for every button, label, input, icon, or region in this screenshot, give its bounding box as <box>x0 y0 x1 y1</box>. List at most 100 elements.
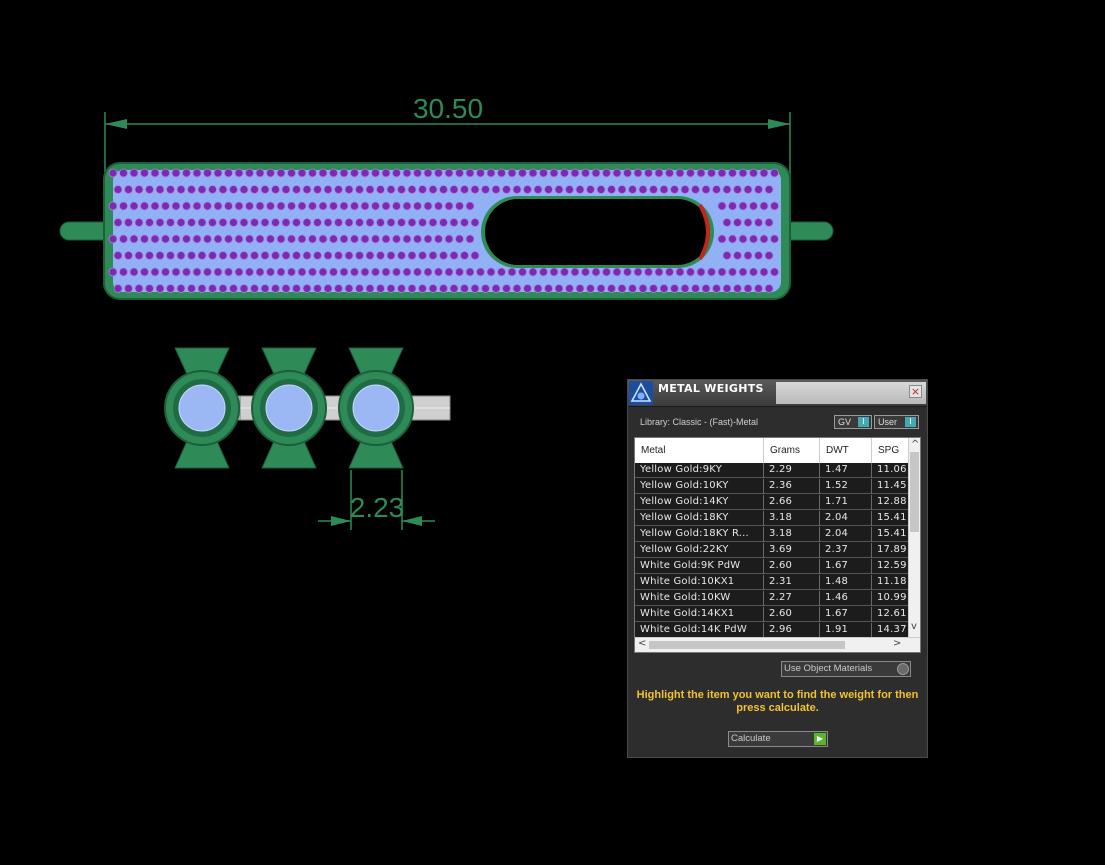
cell-metal: Yellow Gold:18KY R... <box>635 527 764 542</box>
cell-grams: 2.60 <box>764 559 820 574</box>
cell-spg: 12.59 <box>877 560 907 571</box>
table-row[interactable]: White Gold:14KX1 2.60 1.67 12.61 <box>635 607 908 622</box>
cell-grams: 2.60 <box>764 607 820 622</box>
dimension-bottom: 2.23 <box>318 470 435 530</box>
cad-viewport[interactable]: 30.50 2.23 <box>0 0 1105 865</box>
table-row[interactable]: Yellow Gold:18KY 3.18 2.04 15.41 <box>635 511 908 526</box>
cell-grams: 2.96 <box>764 623 820 638</box>
cell-dwt: 1.48 <box>820 575 872 590</box>
column-header-metal[interactable]: Metal <box>635 438 764 463</box>
table-body: Yellow Gold:9KY 2.29 1.47 11.06 Yellow Gold:… <box>635 463 908 638</box>
panel-title: METAL WEIGHTS <box>658 382 764 395</box>
column-header-grams[interactable]: Grams <box>764 438 820 463</box>
cell-dwt: 1.67 <box>820 607 872 622</box>
table-row[interactable]: Yellow Gold:10KY 2.36 1.52 11.45 <box>635 479 908 494</box>
calculate-button[interactable]: Calculate ▶ <box>728 731 828 747</box>
chevron-right-icon[interactable]: > <box>893 638 901 650</box>
horizontal-scroll-thumb[interactable] <box>649 641 845 649</box>
chevron-down-icon[interactable]: v <box>911 621 917 633</box>
cell-grams: 2.27 <box>764 591 820 606</box>
cell-metal: Yellow Gold:14KY <box>635 495 764 510</box>
vertical-scroll-thumb[interactable] <box>910 452 919 532</box>
cell-grams: 2.66 <box>764 495 820 510</box>
table-row[interactable]: Yellow Gold:9KY 2.29 1.47 11.06 <box>635 463 908 478</box>
table-row[interactable]: White Gold:14K PdW 2.96 1.91 14.37 <box>635 623 908 638</box>
cell-spg: 11.45 <box>877 480 907 491</box>
metal-weights-panel: METAL WEIGHTS × Library: Classic - (Fast… <box>627 379 928 758</box>
cell-dwt: 1.46 <box>820 591 872 606</box>
chevron-up-icon[interactable]: ^ <box>911 439 919 451</box>
cell-dwt: 1.52 <box>820 479 872 494</box>
cell-spg: 17.89 <box>877 544 907 555</box>
cell-spg: 12.88 <box>877 496 907 507</box>
horizontal-scrollbar[interactable]: < > <box>635 637 920 652</box>
cell-dwt: 1.67 <box>820 559 872 574</box>
gv-toggle-label: GV <box>838 417 852 427</box>
cell-dwt: 1.71 <box>820 495 872 510</box>
cell-grams: 3.18 <box>764 511 820 526</box>
table-row[interactable]: Yellow Gold:18KY R... 3.18 2.04 15.41 <box>635 527 908 542</box>
setting-side-view[interactable] <box>164 347 451 469</box>
dimension-top-label: 30.50 <box>413 93 483 124</box>
metal-table[interactable]: Metal Grams DWT SPG Yellow Gold:9KY 2.29 1… <box>634 437 921 653</box>
play-icon: ▶ <box>814 733 826 745</box>
close-icon: × <box>910 385 921 398</box>
table-row[interactable]: White Gold:10KX1 2.31 1.48 11.18 <box>635 575 908 590</box>
close-button[interactable]: × <box>909 385 922 398</box>
cell-spg: 11.06 <box>877 464 907 475</box>
cell-dwt: 1.47 <box>820 463 872 478</box>
toggle-knob-icon: I <box>905 417 916 427</box>
cell-dwt: 1.91 <box>820 623 872 638</box>
cell-dwt: 2.04 <box>820 511 872 526</box>
cell-metal: White Gold:14K PdW <box>635 623 764 638</box>
table-header: Metal Grams DWT SPG <box>635 438 908 464</box>
cell-grams: 3.69 <box>764 543 820 558</box>
cell-spg: 12.61 <box>877 608 907 619</box>
help-text: Highlight the item you want to find the … <box>636 689 919 714</box>
vertical-scrollbar[interactable]: ^ v <box>908 438 920 637</box>
cell-spg: 14.37 <box>877 624 907 635</box>
cell-spg: 15.41 <box>877 512 907 523</box>
table-row[interactable]: White Gold:10KW 2.27 1.46 10.99 <box>635 591 908 606</box>
toggle-knob-icon: I <box>858 417 869 427</box>
user-toggle[interactable]: User I <box>874 415 919 429</box>
column-header-dwt[interactable]: DWT <box>820 438 872 463</box>
table-row[interactable]: Yellow Gold:14KY 2.66 1.71 12.88 <box>635 495 908 510</box>
cell-spg: 11.18 <box>877 576 907 587</box>
library-label: Library: Classic - (Fast)-Metal <box>640 417 759 427</box>
stone-setting <box>251 347 327 469</box>
cell-metal: White Gold:9K PdW <box>635 559 764 574</box>
cell-metal: Yellow Gold:9KY <box>635 463 764 478</box>
cell-grams: 3.18 <box>764 527 820 542</box>
chevron-left-icon[interactable]: < <box>638 638 646 650</box>
dropdown-icon[interactable] <box>897 663 909 675</box>
header-highlight <box>776 382 926 404</box>
panel-header[interactable]: METAL WEIGHTS × <box>628 380 927 407</box>
table-row[interactable]: Yellow Gold:22KY 3.69 2.37 17.89 <box>635 543 908 558</box>
cell-grams: 2.29 <box>764 463 820 478</box>
rhino-gemvision-logo-icon <box>629 381 653 405</box>
materials-dropdown-value: Use Object Materials <box>784 663 873 674</box>
gv-toggle[interactable]: GV I <box>834 415 872 429</box>
cell-spg: 10.99 <box>877 592 907 603</box>
column-header-spg[interactable]: SPG <box>872 438 908 463</box>
dimension-bottom-label: 2.23 <box>350 492 405 523</box>
pendant-bar[interactable] <box>59 162 834 300</box>
cell-metal: Yellow Gold:22KY <box>635 543 764 558</box>
user-toggle-label: User <box>878 417 898 427</box>
cell-metal: Yellow Gold:18KY <box>635 511 764 526</box>
table-row[interactable]: White Gold:9K PdW 2.60 1.67 12.59 <box>635 559 908 574</box>
cell-dwt: 2.37 <box>820 543 872 558</box>
materials-dropdown[interactable]: Use Object Materials <box>781 661 911 677</box>
stone-setting <box>164 347 240 469</box>
cell-metal: White Gold:10KW <box>635 591 764 606</box>
cell-metal: White Gold:10KX1 <box>635 575 764 590</box>
cell-grams: 2.36 <box>764 479 820 494</box>
cell-dwt: 2.04 <box>820 527 872 542</box>
stone-setting <box>338 347 414 469</box>
cell-spg: 15.41 <box>877 528 907 539</box>
cell-metal: White Gold:14KX1 <box>635 607 764 622</box>
cell-metal: Yellow Gold:10KY <box>635 479 764 494</box>
cell-grams: 2.31 <box>764 575 820 590</box>
calculate-label: Calculate <box>731 733 771 744</box>
